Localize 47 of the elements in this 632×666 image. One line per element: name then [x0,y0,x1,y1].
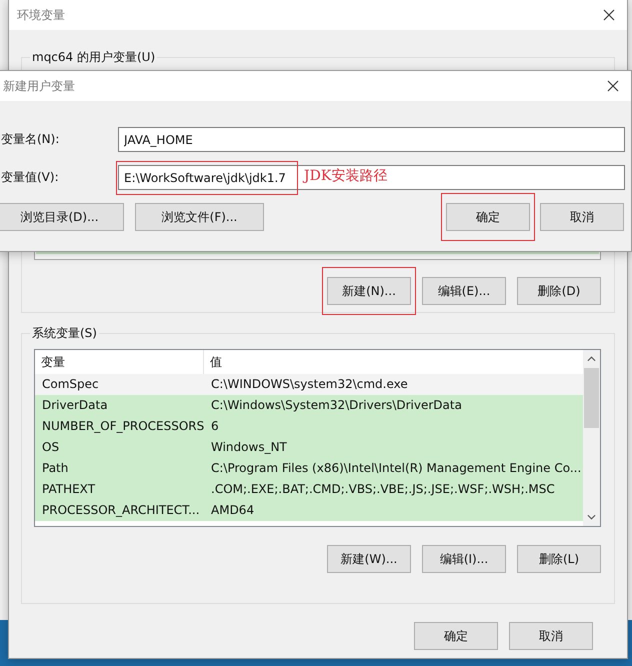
table-cell-text: 6 [210,418,220,435]
table-row[interactable]: PATHEXT .COM;.EXE;.BAT;.CMD;.VBS;.VBE;.JS;.JSE;.WSF;.WSH;.MSC [35,479,583,500]
dialog-button[interactable]: 编辑(I)... [422,545,506,573]
dialog-button[interactable]: 确定 [414,622,498,650]
scroll-down-icon[interactable] [587,514,596,520]
dialog-button[interactable]: 确定 [446,203,530,231]
dialog-button[interactable]: 新建(N)... [327,277,411,305]
field-label: 变量名(N): [1,131,60,148]
field-label: 变量值(V): [1,169,60,186]
annotation-text: JDK安装路径 [304,167,388,185]
window-title: 新建用户变量 [3,78,75,94]
dialog-button[interactable]: 浏览目录(D)... [0,203,124,231]
dialog-button[interactable]: 浏览文件(F)... [135,203,264,231]
table-cell-text: OS [41,439,60,456]
table-cell-text: Windows_NT [210,439,288,456]
table-row[interactable]: ComSpec C:\WINDOWS\system32\cmd.exe [35,374,583,395]
dialog-button[interactable]: 删除(D) [517,277,601,305]
group-label: 系统变量(S) [30,325,99,342]
table-row[interactable]: NUMBER_OF_PROCESSORS 6 [35,416,583,437]
scroll-up-icon[interactable] [587,356,596,362]
table-row[interactable]: Path C:\Program Files (x86)\Intel\Intel(R) Management Engine Co... [35,458,583,479]
table-cell-text: NUMBER_OF_PROCESSORS [41,418,204,435]
scrollbar-thumb[interactable] [584,368,599,428]
table-cell-text: PATHEXT [41,481,96,498]
table-cell-text: DriverData [41,397,109,414]
dialog-button[interactable]: 删除(L) [517,545,601,573]
table-cell-text: Path [41,460,70,477]
close-icon[interactable] [607,80,619,92]
column-header[interactable]: 值 [204,350,583,374]
table-row[interactable]: DriverData C:\Windows\System32\Drivers\DriverData [35,395,583,416]
table-cell-text: AMD64 [210,502,256,519]
scrollbar[interactable] [583,350,600,526]
table-row[interactable]: OS Windows_NT [35,437,583,458]
dialog-button[interactable]: 新建(W)... [327,545,411,573]
table-cell-text: PROCESSOR_ARCHITECT... [41,502,201,519]
table-cell-text: C:\WINDOWS\system32\cmd.exe [210,376,409,393]
table-cell-text: .COM;.EXE;.BAT;.CMD;.VBS;.VBE;.JS;.JSE;.WSF;.WSH;.MSC [210,481,556,498]
window-title: 环境变量 [17,6,65,24]
table-row[interactable]: PROCESSOR_ARCHITECT... AMD64 [35,500,583,521]
table-cell-text: ComSpec [41,376,100,393]
table-cell-text: C:\Program Files (x86)\Intel\Intel(R) Management Engine Co... [210,460,582,477]
group-label: mqc64 的用户变量(U) [30,49,158,66]
dialog-button[interactable]: 取消 [540,203,624,231]
close-icon[interactable] [603,9,615,21]
dialog-button[interactable]: 取消 [509,622,593,650]
dialog-button[interactable]: 编辑(E)... [422,277,506,305]
table-cell-text: C:\Windows\System32\Drivers\DriverData [210,397,463,414]
